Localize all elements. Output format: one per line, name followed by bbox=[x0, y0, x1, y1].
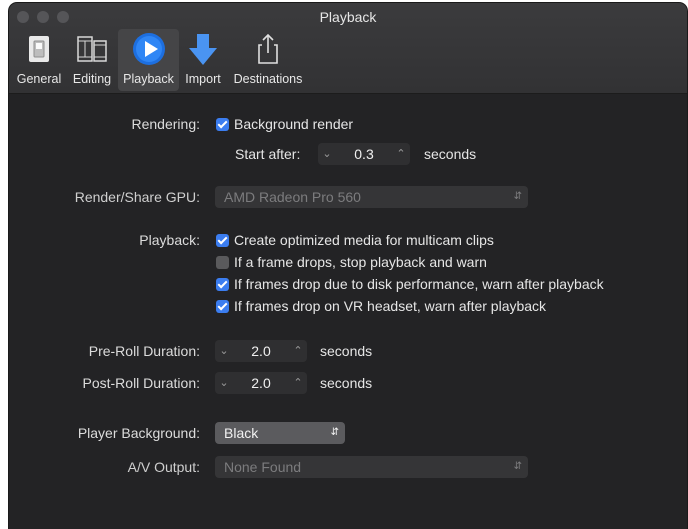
tab-editing-label: Editing bbox=[72, 72, 112, 86]
start-after-unit: seconds bbox=[424, 146, 477, 162]
postroll-stepper[interactable]: ⌄ 2.0 ⌃ bbox=[215, 372, 307, 394]
optimized-media-label: Create optimized media for multicam clip… bbox=[234, 232, 494, 248]
playback-label: Playback: bbox=[139, 232, 200, 248]
vr-headset-checkbox[interactable] bbox=[216, 300, 229, 313]
general-switch-icon bbox=[29, 36, 49, 62]
postroll-value[interactable]: 2.0 bbox=[233, 374, 289, 392]
chevron-up-icon[interactable]: ⌃ bbox=[289, 342, 307, 360]
player-background-value: Black bbox=[224, 425, 259, 441]
chevron-down-icon[interactable]: ⌄ bbox=[215, 342, 233, 360]
tab-general-label: General bbox=[16, 72, 62, 86]
av-output-value: None Found bbox=[224, 459, 302, 475]
up-down-chevron-icon: ⇵ bbox=[330, 427, 339, 438]
av-output-label: A/V Output: bbox=[127, 459, 200, 475]
titlebar: Playback General Editing Playback Import… bbox=[9, 3, 687, 94]
up-down-chevron-icon: ⇵ bbox=[513, 191, 522, 202]
chevron-down-icon[interactable]: ⌄ bbox=[215, 374, 233, 392]
gpu-value: AMD Radeon Pro 560 bbox=[224, 189, 361, 205]
optimized-media-checkbox[interactable] bbox=[216, 234, 229, 247]
preroll-value[interactable]: 2.0 bbox=[233, 342, 289, 360]
chevron-down-icon[interactable]: ⌄ bbox=[318, 145, 336, 163]
preferences-content: Rendering: Background render Start after… bbox=[9, 94, 687, 529]
start-after-stepper[interactable]: ⌄ 0.3 ⌃ bbox=[318, 143, 410, 165]
tab-destinations[interactable]: Destinations bbox=[229, 29, 307, 91]
preroll-stepper[interactable]: ⌄ 2.0 ⌃ bbox=[215, 340, 307, 362]
postroll-unit: seconds bbox=[320, 375, 373, 391]
postroll-label: Post-Roll Duration: bbox=[82, 375, 201, 391]
share-icon bbox=[258, 33, 278, 64]
tab-general[interactable]: General bbox=[13, 29, 65, 91]
tab-import[interactable]: Import bbox=[179, 29, 227, 91]
tab-playback-label: Playback bbox=[123, 72, 174, 86]
player-background-popup[interactable]: Black ⇵ bbox=[215, 422, 345, 444]
frame-drop-stop-label: If a frame drops, stop playback and warn bbox=[234, 254, 487, 270]
disk-performance-label: If frames drop due to disk performance, … bbox=[234, 276, 604, 292]
tab-import-label: Import bbox=[185, 72, 221, 86]
start-after-label: Start after: bbox=[235, 146, 301, 162]
frame-drop-stop-checkbox[interactable] bbox=[216, 256, 229, 269]
preroll-label: Pre-Roll Duration: bbox=[88, 343, 200, 359]
rendering-label: Rendering: bbox=[131, 116, 201, 132]
up-down-chevron-icon: ⇵ bbox=[513, 461, 522, 472]
disk-performance-checkbox[interactable] bbox=[216, 278, 229, 291]
tab-editing[interactable]: Editing bbox=[67, 29, 117, 91]
preroll-unit: seconds bbox=[320, 343, 373, 359]
vr-headset-label: If frames drop on VR headset, warn after… bbox=[234, 298, 547, 314]
preferences-window: Playback General Editing Playback Import… bbox=[9, 3, 687, 529]
film-strip-icon bbox=[77, 36, 107, 62]
window-title: Playback bbox=[319, 9, 377, 25]
play-circle-icon bbox=[132, 33, 165, 65]
chevron-up-icon[interactable]: ⌃ bbox=[289, 374, 307, 392]
gpu-popup[interactable]: AMD Radeon Pro 560 ⇵ bbox=[215, 186, 528, 208]
down-arrow-icon bbox=[189, 34, 217, 65]
gpu-label: Render/Share GPU: bbox=[74, 189, 200, 205]
tab-playback[interactable]: Playback bbox=[118, 29, 179, 91]
background-render-label: Background render bbox=[234, 116, 354, 132]
chevron-up-icon[interactable]: ⌃ bbox=[392, 145, 410, 163]
player-background-label: Player Background: bbox=[77, 425, 200, 441]
background-render-checkbox[interactable] bbox=[216, 118, 229, 131]
tab-destinations-label: Destinations bbox=[233, 72, 303, 86]
start-after-value[interactable]: 0.3 bbox=[336, 145, 392, 163]
av-output-popup[interactable]: None Found ⇵ bbox=[215, 456, 528, 478]
